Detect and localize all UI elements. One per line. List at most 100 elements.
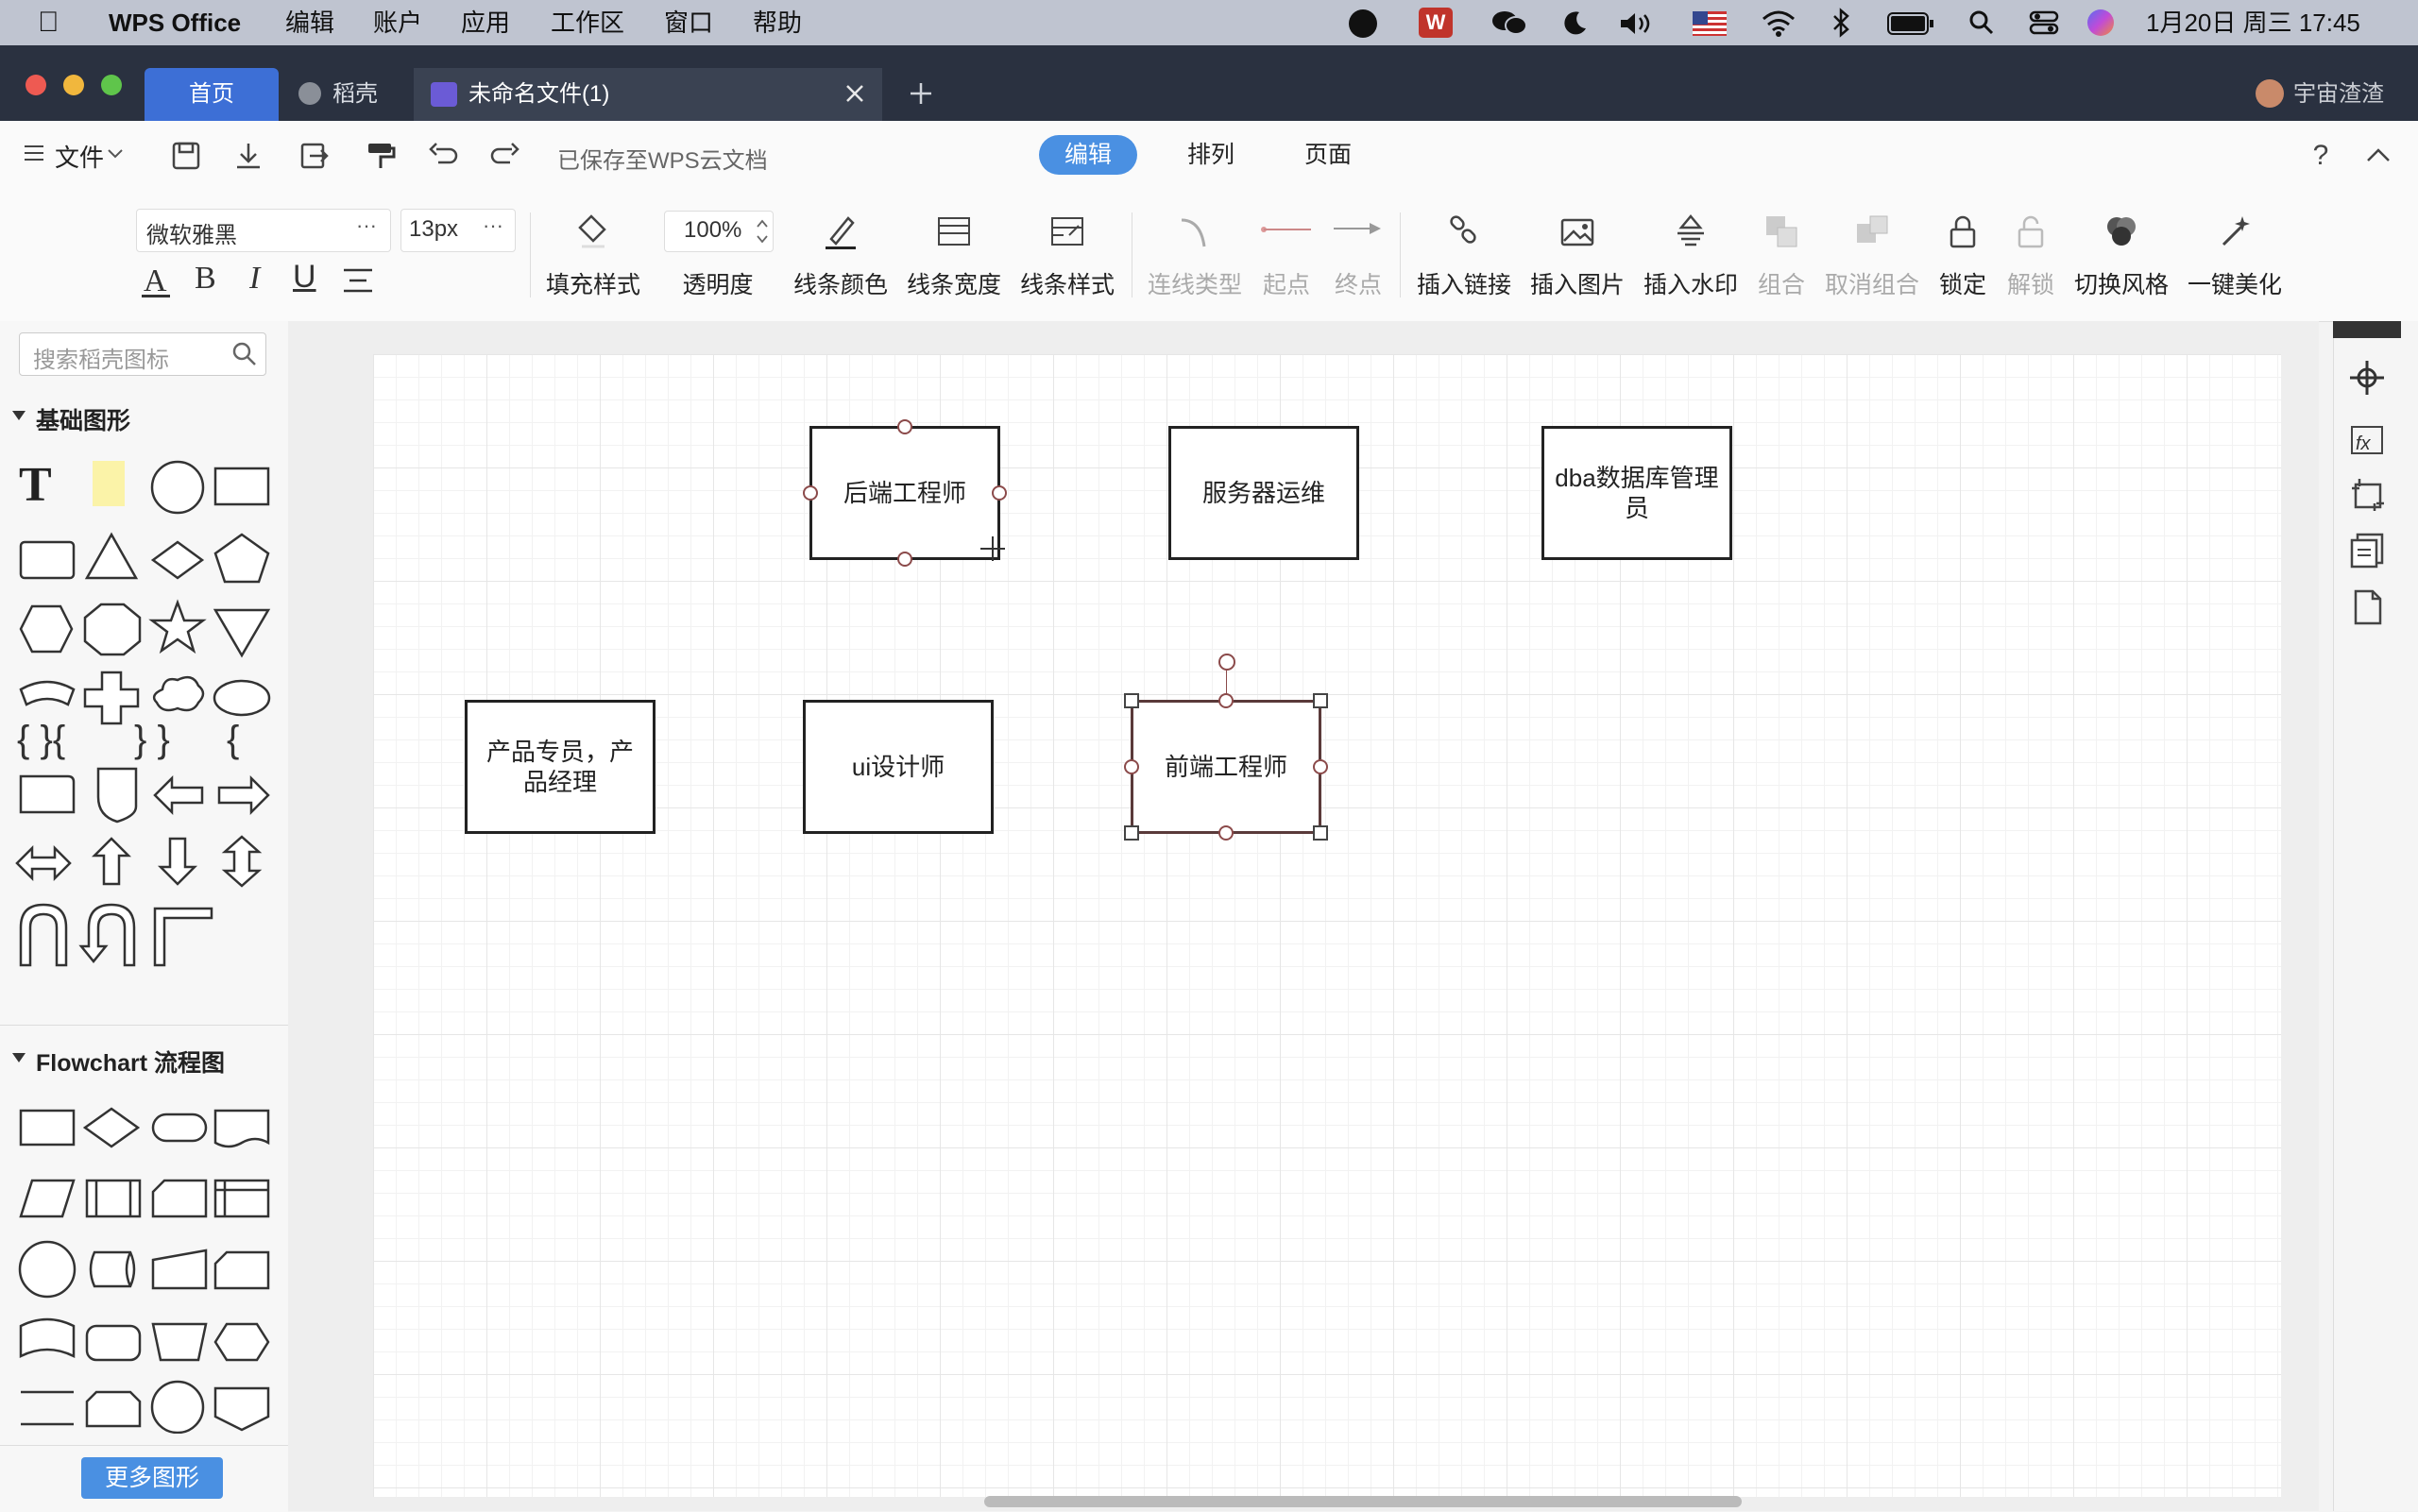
close-tab-icon[interactable]: [841, 79, 869, 108]
switch-style-icon[interactable]: [2103, 212, 2140, 250]
tab-arrange[interactable]: 排列: [1162, 135, 1260, 175]
switch-style-label[interactable]: 切换风格: [2065, 266, 2178, 300]
connection-point[interactable]: [1218, 693, 1234, 708]
wifi-icon[interactable]: [1762, 9, 1796, 38]
siri-icon[interactable]: [2087, 9, 2114, 36]
stepper-icon[interactable]: [756, 215, 769, 247]
avatar[interactable]: [2256, 79, 2284, 108]
bluetooth-icon[interactable]: [1831, 8, 1853, 38]
shape-search-input[interactable]: 搜索稻壳图标: [19, 332, 266, 376]
volume-icon[interactable]: [1617, 9, 1655, 38]
wechat-icon[interactable]: [1490, 9, 1528, 36]
connection-point[interactable]: [992, 485, 1007, 501]
opacity-label[interactable]: 透明度: [661, 266, 775, 300]
node-ops[interactable]: 服务器运维: [1168, 426, 1359, 560]
spotlight-icon[interactable]: [1968, 9, 1995, 36]
font-color-icon[interactable]: A: [140, 263, 172, 300]
lock-icon[interactable]: [1944, 212, 1982, 250]
user-name[interactable]: 宇宙渣渣: [2293, 68, 2384, 121]
undo-icon[interactable]: [427, 140, 459, 172]
beautify-label[interactable]: 一键美化: [2178, 266, 2291, 300]
connection-point[interactable]: [1124, 759, 1139, 774]
insert-link-label[interactable]: 插入链接: [1407, 266, 1521, 300]
section-basic-shapes[interactable]: 基础图形: [36, 402, 130, 436]
pages-icon[interactable]: [2348, 531, 2386, 569]
search-icon[interactable]: [231, 341, 258, 367]
underline-button[interactable]: U: [293, 259, 316, 296]
font-family-select[interactable]: 微软雅黑 ···: [136, 209, 391, 252]
watermark-icon[interactable]: [1672, 212, 1710, 250]
link-icon[interactable]: [1445, 212, 1483, 250]
download-icon[interactable]: [232, 140, 264, 172]
app-menu[interactable]: WPS Office: [109, 8, 241, 38]
tab-file[interactable]: 未命名文件(1): [414, 68, 882, 121]
format-painter-icon[interactable]: [365, 140, 397, 172]
rotate-handle[interactable]: [1218, 654, 1235, 671]
connection-point[interactable]: [897, 552, 912, 567]
node-frontend[interactable]: 前端工程师: [1131, 700, 1321, 834]
canvas-hscroll-thumb[interactable]: [984, 1496, 1742, 1507]
resize-handle[interactable]: [1124, 825, 1139, 841]
connection-point[interactable]: [1218, 825, 1234, 841]
menu-workspace[interactable]: 工作区: [551, 8, 624, 38]
italic-button[interactable]: I: [249, 261, 260, 297]
line-style-label[interactable]: 线条样式: [1011, 266, 1124, 300]
navigator-icon[interactable]: [2348, 359, 2386, 397]
redo-icon[interactable]: [489, 140, 521, 172]
align-icon[interactable]: [342, 266, 374, 295]
line-color-label[interactable]: 线条颜色: [784, 266, 897, 300]
tab-home[interactable]: 首页: [145, 68, 279, 121]
wps-status-icon[interactable]: W: [1419, 8, 1453, 38]
menu-help[interactable]: 帮助: [753, 8, 802, 38]
export-icon[interactable]: [298, 140, 331, 172]
close-window-button[interactable]: [26, 75, 46, 95]
menubar-clock[interactable]: 1月20日 周三 17:45: [2146, 8, 2360, 38]
image-icon[interactable]: [1558, 212, 1596, 250]
menu-list-icon[interactable]: [23, 142, 45, 164]
formula-icon[interactable]: fx: [2348, 421, 2386, 459]
insert-image-label[interactable]: 插入图片: [1521, 266, 1634, 300]
record-icon[interactable]: [1349, 9, 1377, 38]
fill-style-label[interactable]: 填充样式: [536, 266, 650, 300]
fill-icon[interactable]: [574, 212, 612, 250]
menu-edit[interactable]: 编辑: [285, 8, 334, 38]
node-ui[interactable]: ui设计师: [803, 700, 994, 834]
node-backend[interactable]: 后端工程师: [809, 426, 1000, 560]
control-center-icon[interactable]: [2029, 9, 2059, 36]
crop-icon[interactable]: [2348, 475, 2386, 513]
collapse-toolbar-icon[interactable]: [2364, 144, 2392, 166]
us-flag-icon[interactable]: [1693, 11, 1727, 36]
resize-handle[interactable]: [1124, 693, 1139, 708]
font-size-select[interactable]: 13px ···: [400, 209, 516, 252]
menu-account[interactable]: 账户: [373, 8, 422, 38]
caret-down-icon[interactable]: [11, 408, 26, 423]
connection-point[interactable]: [803, 485, 818, 501]
new-tab-icon[interactable]: [907, 79, 935, 108]
connection-point[interactable]: [1313, 759, 1328, 774]
resize-handle[interactable]: [1313, 825, 1328, 841]
chevron-down-icon[interactable]: [106, 146, 125, 161]
apple-icon[interactable]: : [38, 8, 60, 38]
node-product[interactable]: 产品专员，产品经理: [465, 700, 656, 834]
help-icon[interactable]: ?: [2305, 140, 2337, 172]
moon-icon[interactable]: [1560, 9, 1589, 38]
menu-window[interactable]: 窗口: [664, 8, 713, 38]
file-menu[interactable]: 文件: [55, 139, 104, 174]
caret-down-icon[interactable]: [11, 1050, 26, 1065]
bold-button[interactable]: B: [195, 261, 216, 297]
line-color-icon[interactable]: [822, 212, 860, 250]
save-icon[interactable]: [170, 140, 202, 172]
document-icon[interactable]: [2348, 587, 2386, 625]
menu-apps[interactable]: 应用: [461, 8, 510, 38]
section-flowchart[interactable]: Flowchart 流程图: [36, 1045, 225, 1079]
line-width-icon[interactable]: [935, 212, 973, 250]
battery-icon[interactable]: [1887, 11, 1934, 36]
minimize-window-button[interactable]: [63, 75, 84, 95]
line-style-icon[interactable]: [1048, 212, 1086, 250]
node-dba[interactable]: dba数据库管理员: [1541, 426, 1732, 560]
zoom-window-button[interactable]: [101, 75, 122, 95]
tab-edit[interactable]: 编辑: [1039, 135, 1137, 175]
opacity-input[interactable]: 100%: [664, 211, 774, 252]
line-width-label[interactable]: 线条宽度: [897, 266, 1011, 300]
tab-page[interactable]: 页面: [1279, 135, 1377, 175]
